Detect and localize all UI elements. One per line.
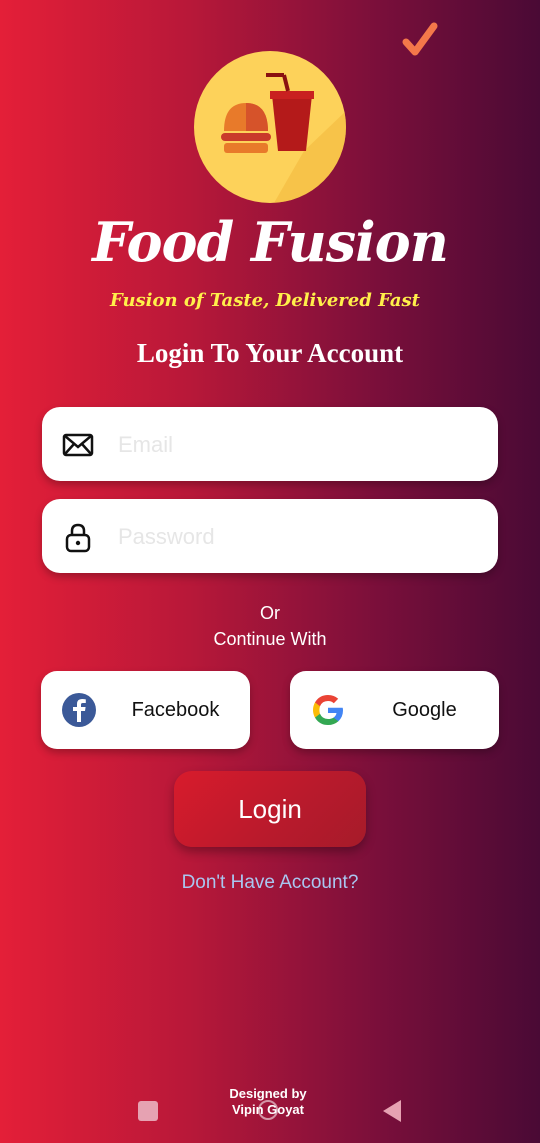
back-icon[interactable] [381, 1098, 403, 1124]
divider-text: Or Continue With [0, 600, 540, 652]
password-field[interactable] [42, 499, 498, 575]
app-name: Food Fusion [92, 210, 449, 274]
app-logo [194, 51, 346, 203]
page-title: Login To Your Account [136, 338, 404, 368]
home-button[interactable] [258, 1100, 278, 1120]
google-icon [313, 695, 343, 725]
recent-apps-button[interactable] [138, 1101, 158, 1121]
google-button[interactable]: Google [290, 671, 499, 749]
continue-with-label: Continue With [213, 629, 327, 649]
lock-icon [65, 523, 91, 553]
facebook-label: Facebook [131, 699, 220, 721]
email-input[interactable] [116, 407, 480, 483]
login-button[interactable]: Login [174, 771, 366, 847]
check-icon [402, 22, 438, 56]
or-label: Or [260, 603, 280, 623]
app-tagline: Fusion of Taste, Delivered Fast [109, 290, 420, 311]
password-input[interactable] [116, 499, 480, 575]
facebook-button[interactable]: Facebook [41, 671, 250, 749]
email-field[interactable] [42, 407, 498, 483]
envelope-icon [62, 433, 94, 457]
google-label: Google [392, 699, 457, 721]
signup-link[interactable]: Don't Have Account? [0, 872, 540, 894]
facebook-icon [62, 693, 96, 727]
